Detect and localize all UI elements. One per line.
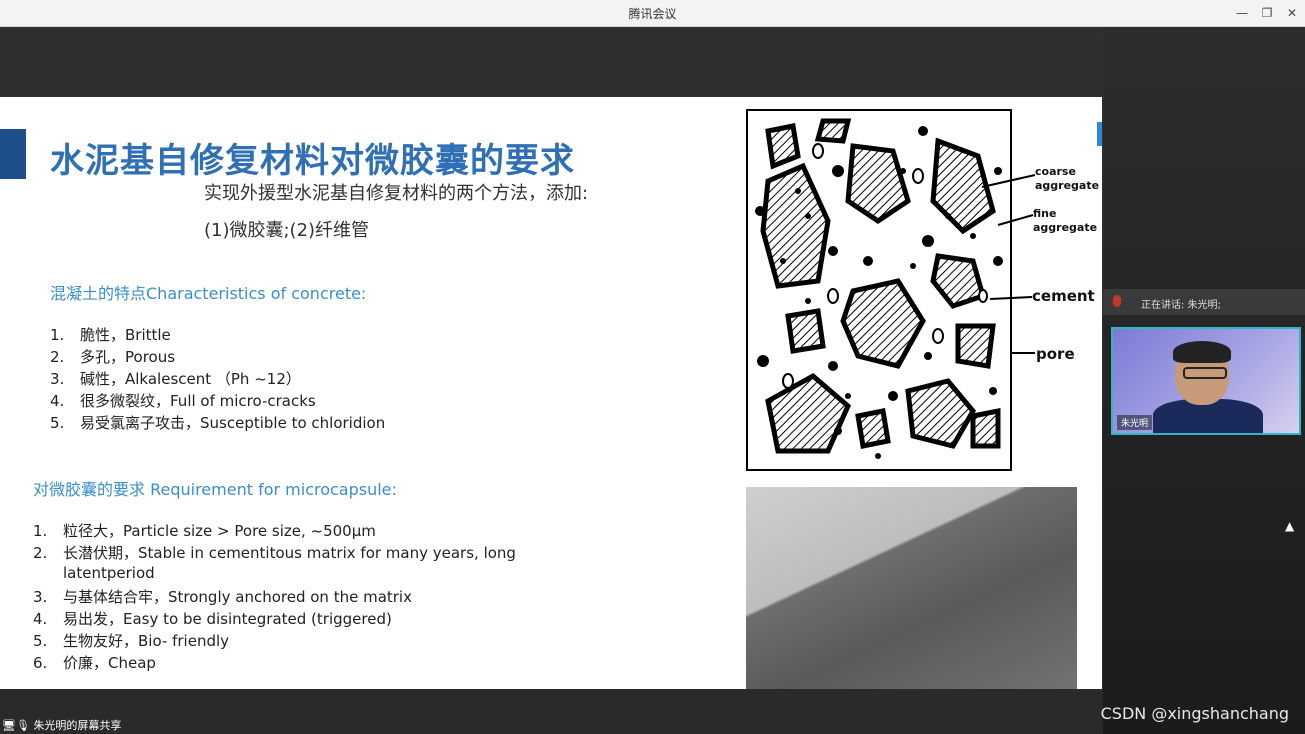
requirement-text: 易出发，Easy to be disintegrated (triggered) xyxy=(63,610,392,628)
slide-subtitle-2: (1)微胶囊;(2)纤维管 xyxy=(204,220,370,241)
screen-share-label: 🖥🎙 朱光明的屏幕共享 xyxy=(2,717,121,733)
mouse-cursor-icon: ▲ xyxy=(1285,519,1295,533)
requirement-item: 4. 易出发，Easy to be disintegrated (triggere… xyxy=(33,608,392,629)
label-pore: pore xyxy=(1036,345,1075,363)
slide-edge-tab xyxy=(1097,122,1102,146)
label-cement: cement xyxy=(1032,287,1095,305)
requirement-item: 6. 价廉，Cheap xyxy=(33,652,156,673)
label-coarse-aggregate: aggregate xyxy=(1035,179,1100,192)
participant-name: 朱光明 xyxy=(1117,415,1153,430)
minimize-button[interactable]: — xyxy=(1232,3,1252,23)
concrete-item: 5. 易受氯离子攻击，Susceptible to chloridion xyxy=(50,412,385,433)
concrete-surface-photo xyxy=(746,487,1077,697)
speaking-text: 正在讲话: 朱光明; xyxy=(1141,300,1221,311)
speaker-hair xyxy=(1173,341,1231,363)
window-title: 腾讯会议 xyxy=(628,7,677,21)
title-bar: 腾讯会议 — ❐ ✕ xyxy=(0,0,1305,27)
requirement-item: 5. 生物友好，Bio- friendly xyxy=(33,630,229,651)
concrete-item: 1. 脆性，Brittle xyxy=(50,324,171,345)
requirement-text: 生物友好，Bio- friendly xyxy=(63,632,230,650)
label-leader-lines xyxy=(981,174,1036,354)
restore-button[interactable]: ❐ xyxy=(1257,3,1277,23)
requirement-text: latentperiod xyxy=(63,564,155,582)
concrete-item: 2. 多孔，Porous xyxy=(50,346,175,367)
concrete-number: 5. xyxy=(50,414,65,432)
requirement-text: 价廉，Cheap xyxy=(63,654,156,672)
requirement-item: 2. 长潜伏期，Stable in cementitous matrix for … xyxy=(33,542,516,563)
concrete-text: 脆性，Brittle xyxy=(80,326,171,344)
speaker-glasses xyxy=(1183,367,1227,379)
concrete-text: 碱性，Alkalescent （Ph ~12） xyxy=(80,370,301,388)
title-accent-bar xyxy=(0,129,26,179)
requirement-item: 1. 粒径大，Particle size > Pore size, ~500μm xyxy=(33,520,376,541)
slide-title: 水泥基自修复材料对微胶囊的要求 xyxy=(50,141,575,181)
requirement-number: 3. xyxy=(33,588,48,606)
presentation-slide: 水泥基自修复材料对微胶囊的要求 实现外援型水泥基自修复材料的两个方法，添加: (… xyxy=(0,97,1102,716)
section-heading-microcapsule: 对微胶囊的要求 Requirement for microcapsule: xyxy=(33,480,397,499)
speaking-indicator: 正在讲话: 朱光明; xyxy=(1103,289,1305,315)
concrete-number: 4. xyxy=(50,392,65,410)
requirement-text: 与基体结合牢，Strongly anchored on the matrix xyxy=(63,588,412,606)
watermark: CSDN @xingshanchang xyxy=(1100,704,1289,723)
requirement-number: 6. xyxy=(33,654,48,672)
aggregate-drawing xyxy=(748,111,1010,469)
requirement-item: latentperiod xyxy=(33,564,155,582)
concrete-item: 3. 碱性，Alkalescent （Ph ~12） xyxy=(50,368,301,389)
concrete-number: 1. xyxy=(50,326,65,344)
requirement-number: 5. xyxy=(33,632,48,650)
label-fine-aggregate: aggregate xyxy=(1033,221,1098,234)
shared-screen-area: 水泥基自修复材料对微胶囊的要求 实现外援型水泥基自修复材料的两个方法，添加: (… xyxy=(0,27,1103,734)
concrete-text: 很多微裂纹，Full of micro-cracks xyxy=(80,392,316,410)
close-button[interactable]: ✕ xyxy=(1282,3,1302,23)
microphone-icon xyxy=(1113,295,1121,307)
concrete-structure-diagram xyxy=(746,109,1012,471)
screen-share-text: 朱光明的屏幕共享 xyxy=(33,719,122,732)
concrete-item: 4. 很多微裂纹，Full of micro-cracks xyxy=(50,390,316,411)
requirement-item: 3. 与基体结合牢，Strongly anchored on the matrix xyxy=(33,586,412,607)
requirement-number: 2. xyxy=(33,544,48,562)
label-coarse: coarse xyxy=(1035,165,1076,178)
concrete-text: 多孔，Porous xyxy=(80,348,176,366)
bottom-bar xyxy=(0,689,1103,734)
requirement-text: 粒径大，Particle size > Pore size, ~500μm xyxy=(63,522,376,540)
section-heading-concrete: 混凝土的特点Characteristics of concrete: xyxy=(50,284,367,303)
participant-sidebar: 正在讲话: 朱光明; 朱光明 xyxy=(1103,27,1305,734)
concrete-text: 易受氯离子攻击，Susceptible to chloridion xyxy=(80,414,386,432)
requirement-text: 长潜伏期，Stable in cementitous matrix for ma… xyxy=(63,544,516,562)
requirement-number: 1. xyxy=(33,522,48,540)
requirement-number: 4. xyxy=(33,610,48,628)
concrete-number: 2. xyxy=(50,348,65,366)
screen-share-icon: 🖥🎙 xyxy=(2,719,30,732)
slide-subtitle-1: 实现外援型水泥基自修复材料的两个方法，添加: xyxy=(204,183,589,204)
participant-video-tile[interactable]: 朱光明 xyxy=(1111,327,1301,435)
concrete-number: 3. xyxy=(50,370,65,388)
